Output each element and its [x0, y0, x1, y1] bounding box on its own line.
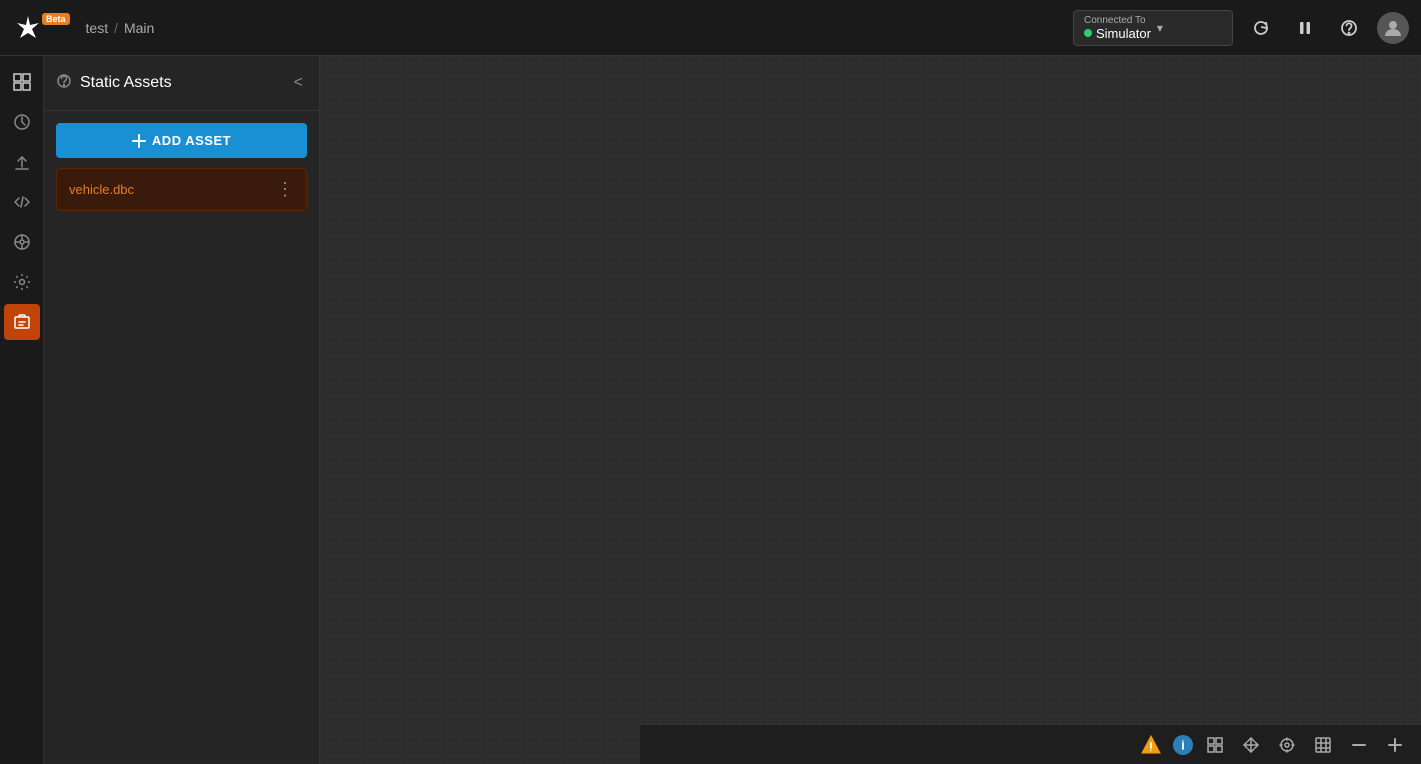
add-asset-button[interactable]: ADD ASSET [56, 123, 307, 158]
main-layout: Static Assets < ADD ASSET vehicle.dbc ⋮ [0, 56, 1421, 764]
topbar-right: Connected To Simulator ▾ [1073, 10, 1409, 46]
beta-badge: Beta [42, 13, 70, 25]
connection-dropdown[interactable]: Connected To Simulator ▾ [1073, 10, 1233, 46]
pause-button[interactable] [1289, 12, 1321, 44]
grid-background [320, 56, 1421, 764]
connected-status-dot [1084, 29, 1092, 37]
asset-item[interactable]: vehicle.dbc ⋮ [56, 168, 307, 211]
connection-label-bottom: Simulator [1084, 26, 1151, 41]
nav-history[interactable] [4, 104, 40, 140]
breadcrumb: test / Main [86, 20, 155, 36]
zoom-out-button[interactable] [1345, 731, 1373, 759]
nav-assets[interactable] [4, 304, 40, 340]
nav-settings[interactable] [4, 264, 40, 300]
icon-nav [0, 56, 44, 764]
info-icon[interactable] [1173, 735, 1193, 755]
target-icon[interactable] [1273, 731, 1301, 759]
panel-title: Static Assets [80, 74, 282, 92]
zoom-in-button[interactable] [1381, 731, 1409, 759]
connection-label-area: Connected To Simulator [1084, 15, 1151, 41]
side-panel: Static Assets < ADD ASSET vehicle.dbc ⋮ [44, 56, 320, 764]
add-asset-label: ADD ASSET [152, 133, 231, 148]
canvas-area[interactable] [320, 56, 1421, 764]
move-icon[interactable] [1237, 731, 1265, 759]
logo-icon[interactable] [12, 12, 44, 44]
warning-icon[interactable] [1137, 731, 1165, 759]
user-avatar[interactable] [1377, 12, 1409, 44]
breadcrumb-project[interactable]: test [86, 20, 109, 36]
help-button[interactable] [1333, 12, 1365, 44]
side-panel-header: Static Assets < [44, 56, 319, 111]
chevron-down-icon: ▾ [1157, 21, 1163, 35]
topbar: Beta test / Main Connected To Simulator … [0, 0, 1421, 56]
asset-item-name: vehicle.dbc [69, 182, 134, 197]
breadcrumb-separator: / [114, 20, 118, 36]
asset-item-menu-icon[interactable]: ⋮ [276, 179, 294, 200]
nav-extension[interactable] [4, 224, 40, 260]
nav-code[interactable] [4, 184, 40, 220]
nav-layout[interactable] [4, 64, 40, 100]
status-bar [640, 724, 1421, 764]
connection-label-top: Connected To [1084, 15, 1151, 26]
asset-list: vehicle.dbc ⋮ [56, 168, 307, 211]
refresh-button[interactable] [1245, 12, 1277, 44]
panel-content: ADD ASSET vehicle.dbc ⋮ [44, 111, 319, 764]
panel-help-icon[interactable] [56, 73, 72, 94]
breadcrumb-page[interactable]: Main [124, 20, 154, 36]
nav-upload[interactable] [4, 144, 40, 180]
panel-collapse-button[interactable]: < [290, 72, 307, 94]
logo-area: Beta [12, 12, 70, 44]
grid-icon[interactable] [1201, 731, 1229, 759]
table-icon[interactable] [1309, 731, 1337, 759]
